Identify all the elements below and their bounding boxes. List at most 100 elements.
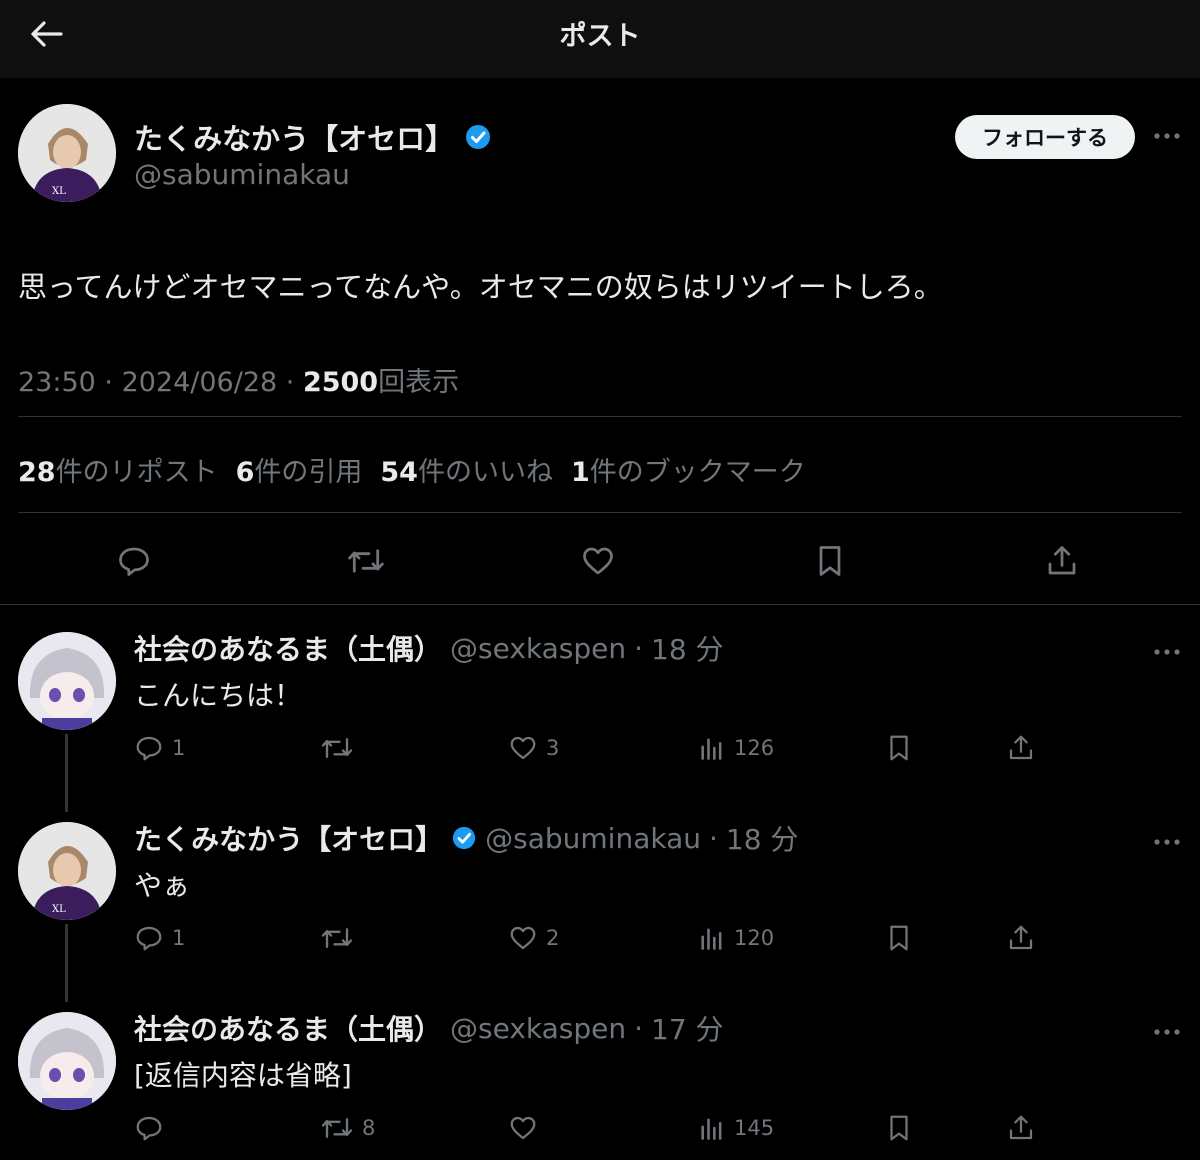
reply-count: 1 bbox=[172, 926, 186, 950]
dot-separator: · bbox=[708, 821, 718, 855]
reply-time[interactable]: 17 分 bbox=[651, 1008, 724, 1048]
post-text: 思ってんけどオセマニってなんや。オセマニの奴らはリツイートしろ。 bbox=[18, 270, 943, 304]
post-time[interactable]: 23:50 bbox=[18, 367, 96, 398]
share-button[interactable] bbox=[1006, 918, 1036, 958]
more-options-button[interactable] bbox=[1152, 832, 1182, 852]
reply-button[interactable]: 1 bbox=[134, 918, 185, 958]
bookmark-icon bbox=[884, 733, 914, 763]
reply-author-handle[interactable]: @sexkaspen bbox=[450, 1012, 626, 1045]
reply-time[interactable]: 18 分 bbox=[726, 818, 799, 858]
view-count: 126 bbox=[734, 736, 775, 760]
author-name[interactable]: たくみなかう【オセロ】 bbox=[134, 116, 492, 158]
repost-icon bbox=[320, 733, 354, 763]
views-button[interactable]: 145 bbox=[698, 1108, 774, 1148]
svg-text:XL: XL bbox=[52, 904, 66, 915]
heart-icon bbox=[508, 733, 538, 763]
more-horizontal-icon bbox=[1153, 838, 1181, 846]
like-count: 54 bbox=[380, 457, 418, 488]
verified-badge-icon bbox=[464, 123, 492, 151]
bookmark-button[interactable] bbox=[884, 918, 914, 958]
share-button[interactable] bbox=[1006, 1108, 1036, 1148]
reply-header: たくみなかう【オセロ】 @sabuminakau · 18 分 bbox=[134, 818, 798, 858]
share-button[interactable] bbox=[1042, 541, 1082, 581]
share-icon bbox=[1044, 543, 1080, 579]
repost-icon bbox=[320, 923, 354, 953]
like-button[interactable] bbox=[508, 1108, 546, 1148]
bookmark-count-link[interactable]: 1件のブックマーク bbox=[571, 450, 806, 489]
avatar[interactable]: XL bbox=[18, 104, 116, 202]
quote-count-label: 件の引用 bbox=[254, 457, 363, 488]
like-button[interactable] bbox=[578, 541, 618, 581]
post-actions bbox=[0, 530, 1200, 592]
reply-author-name[interactable]: たくみなかう【オセロ】 bbox=[134, 818, 443, 858]
avatar[interactable] bbox=[18, 632, 116, 730]
engagement-stats: 28件のリポスト 6件の引用 54件のいいね 1件のブックマーク bbox=[18, 450, 806, 489]
repost-icon bbox=[347, 543, 385, 579]
reply-header: 社会のあなるま（土偶） @sexkaspen · 18 分 bbox=[134, 628, 724, 668]
reply-text: やぁ bbox=[134, 869, 191, 902]
bookmark-icon bbox=[812, 543, 848, 579]
reply-item[interactable]: 社会のあなるま（土偶） @sexkaspen · 17 分 [返信内容は省略] … bbox=[0, 984, 1200, 1160]
views-button[interactable]: 120 bbox=[698, 918, 774, 958]
reply-icon bbox=[134, 923, 164, 953]
share-icon bbox=[1006, 733, 1036, 763]
quote-count-link[interactable]: 6件の引用 bbox=[236, 450, 363, 489]
analytics-icon bbox=[698, 923, 726, 953]
share-button[interactable] bbox=[1006, 728, 1036, 768]
reply-header: 社会のあなるま（土偶） @sexkaspen · 17 分 bbox=[134, 1008, 724, 1048]
reply-button[interactable] bbox=[114, 541, 154, 581]
share-icon bbox=[1006, 1113, 1036, 1143]
like-button[interactable]: 3 bbox=[508, 728, 559, 768]
bookmark-button[interactable] bbox=[884, 1108, 914, 1148]
repost-button[interactable] bbox=[320, 918, 362, 958]
more-options-button[interactable] bbox=[1152, 642, 1182, 662]
avatar[interactable] bbox=[18, 1012, 116, 1110]
repost-button[interactable] bbox=[346, 541, 386, 581]
more-horizontal-icon bbox=[1153, 1028, 1181, 1036]
avatar[interactable]: XL bbox=[18, 822, 116, 920]
reply-item[interactable]: XL たくみなかう【オセロ】 @sabuminakau · 18 分 やぁ 1 … bbox=[0, 794, 1200, 1002]
more-horizontal-icon bbox=[1153, 132, 1181, 140]
svg-text:XL: XL bbox=[52, 186, 66, 197]
reply-actions: 1 2 120 bbox=[0, 918, 1200, 958]
bookmark-button[interactable] bbox=[810, 541, 850, 581]
views-button[interactable]: 126 bbox=[698, 728, 774, 768]
share-icon bbox=[1006, 923, 1036, 953]
reply-author-handle[interactable]: @sabuminakau bbox=[485, 822, 701, 855]
quote-count: 6 bbox=[235, 457, 255, 488]
like-count: 3 bbox=[546, 736, 560, 760]
bookmark-count: 1 bbox=[570, 457, 590, 488]
repost-count-link[interactable]: 28件のリポスト bbox=[18, 450, 218, 489]
bookmark-count-label: 件のブックマーク bbox=[589, 457, 806, 488]
like-button[interactable]: 2 bbox=[508, 918, 559, 958]
repost-count: 8 bbox=[362, 1116, 376, 1140]
more-options-button[interactable] bbox=[1152, 1022, 1182, 1042]
bookmark-icon bbox=[884, 923, 914, 953]
repost-button[interactable] bbox=[320, 728, 362, 768]
author-handle[interactable]: @sabuminakau bbox=[134, 158, 350, 191]
verified-badge-icon bbox=[451, 825, 477, 851]
view-count: 2500 bbox=[302, 367, 379, 398]
analytics-icon bbox=[698, 1113, 726, 1143]
like-count: 2 bbox=[546, 926, 560, 950]
reply-item[interactable]: 社会のあなるま（土偶） @sexkaspen · 18 分 こんにちは！ 1 3… bbox=[0, 604, 1200, 812]
repost-count-label: 件のリポスト bbox=[55, 457, 218, 488]
post-date[interactable]: 2024/06/28 bbox=[122, 367, 278, 398]
post-meta: 23:50 · 2024/06/28 · 2500回表示 bbox=[18, 367, 460, 398]
top-bar: ポスト bbox=[0, 0, 1200, 78]
reply-time[interactable]: 18 分 bbox=[651, 628, 724, 668]
reply-icon bbox=[134, 733, 164, 763]
reply-button[interactable]: 1 bbox=[134, 728, 185, 768]
like-count-link[interactable]: 54件のいいね bbox=[380, 450, 553, 489]
more-horizontal-icon bbox=[1153, 648, 1181, 656]
more-options-button[interactable] bbox=[1152, 126, 1182, 146]
bookmark-icon bbox=[884, 1113, 914, 1143]
reply-author-name[interactable]: 社会のあなるま（土偶） bbox=[134, 628, 442, 668]
reply-author-handle[interactable]: @sexkaspen bbox=[450, 632, 626, 665]
reply-button[interactable] bbox=[134, 1108, 172, 1148]
follow-button[interactable]: フォローする bbox=[955, 115, 1135, 159]
reply-author-name[interactable]: 社会のあなるま（土偶） bbox=[134, 1008, 442, 1048]
reply-count: 1 bbox=[172, 736, 186, 760]
bookmark-button[interactable] bbox=[884, 728, 914, 768]
repost-button[interactable]: 8 bbox=[320, 1108, 375, 1148]
